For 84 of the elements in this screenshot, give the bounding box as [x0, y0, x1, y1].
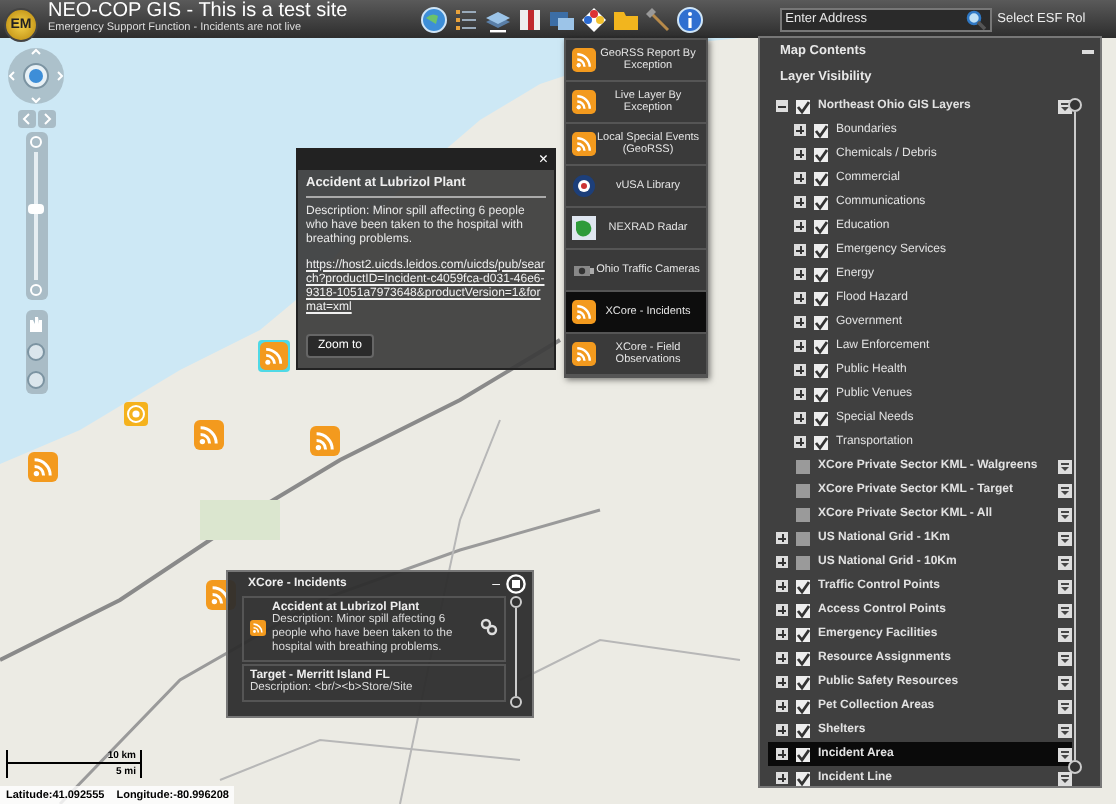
layer-checkbox[interactable]: [814, 267, 828, 281]
globe-icon[interactable]: [419, 5, 448, 33]
rss-marker[interactable]: [194, 420, 224, 450]
seal-icon: [572, 174, 596, 198]
expand-toggle[interactable]: [776, 628, 788, 640]
scrollbar-track[interactable]: [510, 596, 522, 708]
rss-feed-icon: [572, 300, 596, 324]
layer-checkbox[interactable]: [796, 699, 810, 713]
target-marker-icon[interactable]: [124, 402, 148, 426]
layer-checkbox[interactable]: [796, 723, 810, 737]
rss-feed-icon: [572, 132, 596, 156]
layer-checkbox[interactable]: [796, 651, 810, 665]
rss-feed-icon: [572, 90, 596, 114]
layer-checkbox[interactable]: [796, 555, 810, 569]
layer-checkbox[interactable]: [814, 171, 828, 185]
rss-feed-icon: [250, 620, 266, 636]
close-icon[interactable]: [506, 574, 526, 594]
scrollbar-track[interactable]: [1068, 98, 1082, 774]
rss-marker[interactable]: [310, 426, 340, 456]
layer-checkbox[interactable]: [814, 147, 828, 161]
layer-checkbox[interactable]: [796, 483, 810, 497]
layer-checkbox[interactable]: [796, 627, 810, 641]
dropdown-icon[interactable]: [1058, 555, 1072, 569]
dropdown-icon[interactable]: [1058, 459, 1072, 473]
book-icon[interactable]: [515, 5, 544, 33]
dropdown-icon[interactable]: [1058, 747, 1072, 761]
dropdown-icon[interactable]: [1058, 507, 1072, 521]
layer-checkbox[interactable]: [796, 507, 810, 521]
radar-map-icon: [572, 216, 596, 240]
close-button[interactable]: ×: [532, 150, 554, 170]
link-icon[interactable]: [480, 618, 498, 636]
layer-checkbox[interactable]: [814, 195, 828, 209]
dropdown-icon[interactable]: [1058, 675, 1072, 689]
info-icon[interactable]: [675, 5, 704, 33]
dropdown-icon[interactable]: [1058, 579, 1072, 593]
rss-marker[interactable]: [28, 452, 58, 482]
layer-checkbox[interactable]: [796, 675, 810, 689]
dropdown-icon[interactable]: [1058, 771, 1072, 785]
layer-checkbox[interactable]: [796, 579, 810, 593]
layer-checkbox[interactable]: [814, 411, 828, 425]
expand-toggle[interactable]: [776, 772, 788, 784]
layer-checkbox[interactable]: [796, 603, 810, 617]
dropdown-icon[interactable]: [1058, 531, 1072, 545]
expand-toggle[interactable]: [776, 724, 788, 736]
dropdown-icon[interactable]: [1058, 627, 1072, 641]
selected-rss-marker[interactable]: [258, 340, 290, 372]
dropdown-icon[interactable]: [1058, 483, 1072, 497]
pan-control[interactable]: [6, 46, 66, 106]
layer-checkbox[interactable]: [796, 99, 810, 113]
layer-checkbox[interactable]: [796, 459, 810, 473]
layer-checkbox[interactable]: [814, 315, 828, 329]
layer-checkbox[interactable]: [814, 435, 828, 449]
layer-checkbox[interactable]: [796, 531, 810, 545]
layer-checkbox[interactable]: [814, 339, 828, 353]
expand-toggle[interactable]: [776, 652, 788, 664]
layer-checkbox[interactable]: [814, 243, 828, 257]
layer-checkbox[interactable]: [796, 771, 810, 785]
expand-toggle[interactable]: [776, 532, 788, 544]
layer-checkbox[interactable]: [814, 387, 828, 401]
layer-checkbox[interactable]: [814, 363, 828, 377]
expand-toggle[interactable]: [776, 580, 788, 592]
dropdown-icon[interactable]: [1058, 699, 1072, 713]
list-icon[interactable]: [451, 5, 480, 33]
layer-checkbox[interactable]: [814, 291, 828, 305]
layer-checkbox[interactable]: [814, 219, 828, 233]
layer-checkbox[interactable]: [796, 747, 810, 761]
expand-toggle[interactable]: [776, 604, 788, 616]
zoom-slider[interactable]: [25, 132, 47, 300]
rss-feed-icon: [572, 48, 596, 72]
zoom-slider-thumb[interactable]: [28, 203, 44, 214]
rss-feed-icon: [572, 342, 596, 366]
expand-toggle[interactable]: [776, 748, 788, 760]
expand-toggle[interactable]: [776, 676, 788, 688]
app-title: NEO-COP GIS - This is a test site: [48, 2, 348, 23]
expand-toggle[interactable]: [776, 556, 788, 568]
dropdown-icon[interactable]: [1058, 603, 1072, 617]
dropdown-icon[interactable]: [1058, 723, 1072, 737]
hammer-icon[interactable]: [643, 5, 672, 33]
rss-feed-icon: [260, 342, 288, 370]
expand-toggle[interactable]: [776, 700, 788, 712]
dropdown-icon[interactable]: [1058, 651, 1072, 665]
layer-checkbox[interactable]: [814, 123, 828, 137]
expand-toggle[interactable]: [776, 100, 788, 112]
diamond-icon[interactable]: [579, 5, 608, 33]
